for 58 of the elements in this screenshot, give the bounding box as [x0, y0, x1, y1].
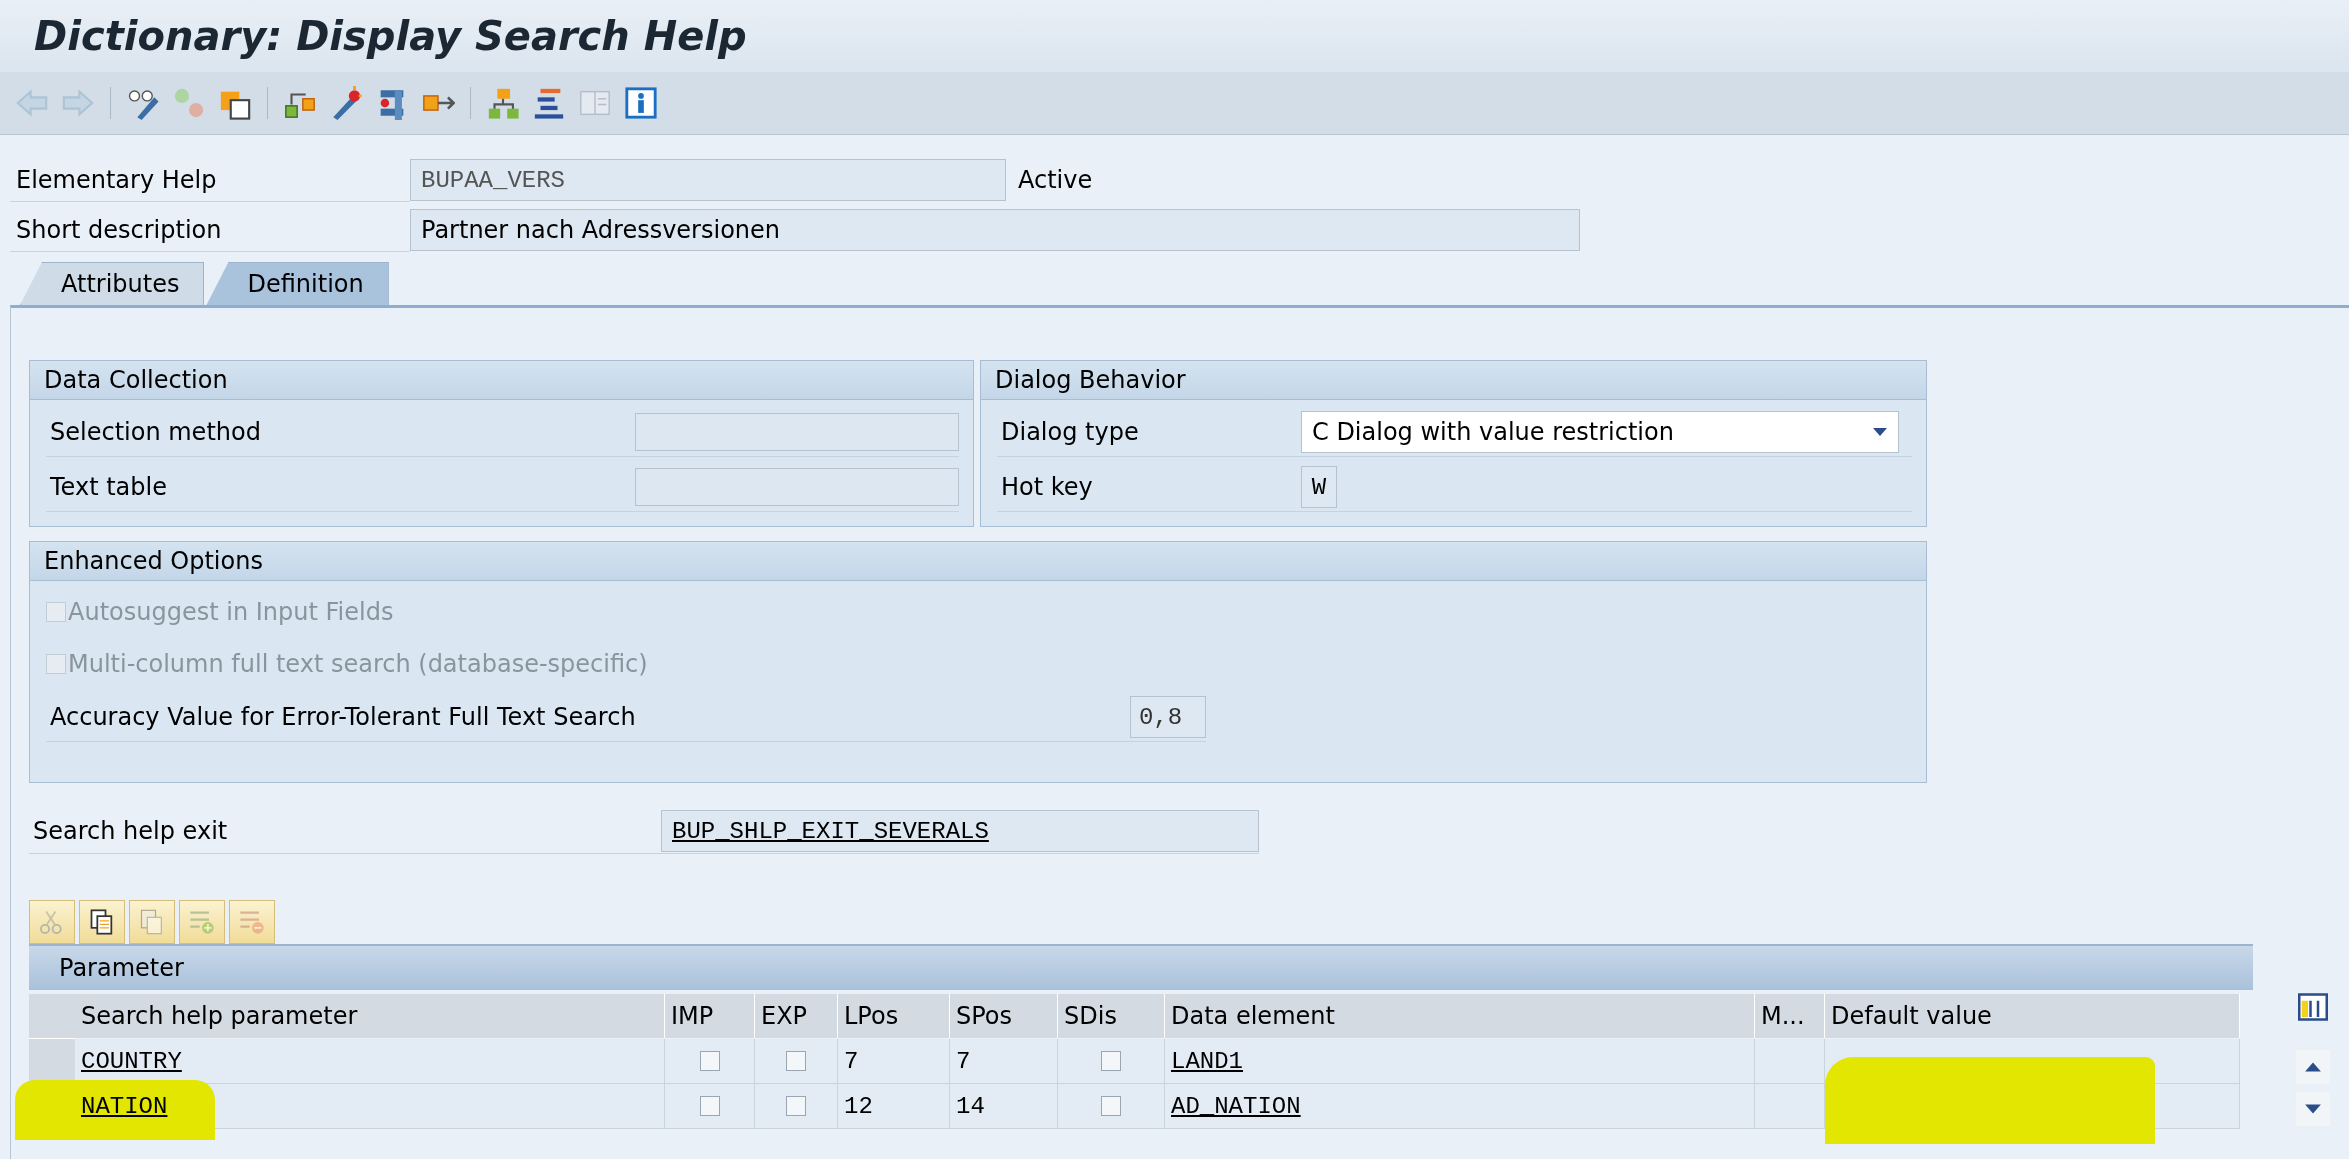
column-header[interactable]: SDis [1058, 994, 1165, 1038]
scroll-down-button[interactable] [2296, 1092, 2330, 1126]
table-title: Parameter [29, 944, 2253, 990]
table-cell: 7 [950, 1039, 1058, 1084]
description-field[interactable]: Partner nach Adressversionen [410, 209, 1580, 251]
info-icon[interactable] [623, 85, 659, 121]
field-label: Hot key [1000, 473, 1094, 501]
field-label: Dialog type [1000, 418, 1140, 446]
field-label: Search help exit [32, 817, 229, 845]
field-label: Selection method [49, 418, 262, 446]
down-arrow-icon [2304, 1103, 2322, 1115]
dropdown[interactable]: C Dialog with value restriction [1301, 411, 1899, 453]
table-cell[interactable]: AD_NATION [1171, 1092, 1301, 1120]
table-cell[interactable]: NATION [81, 1092, 168, 1120]
field-label: Text table [49, 473, 168, 501]
checkbox[interactable] [1101, 1051, 1121, 1071]
column-settings-icon[interactable] [2298, 992, 2328, 1022]
group-title: Data Collection [30, 361, 973, 400]
input-field[interactable]: BUP_SHLP_EXIT_SEVERALS [661, 810, 1259, 852]
checkbox[interactable] [786, 1051, 806, 1071]
input-field[interactable] [635, 468, 959, 506]
tab[interactable]: Definition [206, 262, 389, 305]
code-field[interactable]: BUPAA_VERS [410, 159, 1006, 201]
checkbox-label: Multi-column full text search (database-specific) [68, 650, 648, 678]
group-title: Enhanced Options [30, 542, 1926, 581]
select-all-button[interactable] [29, 994, 75, 1039]
column-header[interactable]: Data element [1165, 994, 1755, 1038]
column-header[interactable]: Search help parameter [75, 994, 665, 1038]
caret-icon [1872, 427, 1888, 437]
column-header[interactable]: SPos [950, 994, 1058, 1038]
status-text: Active [1018, 166, 1093, 194]
column-header[interactable]: M... [1755, 994, 1825, 1038]
checkbox[interactable] [1101, 1096, 1121, 1116]
input-field[interactable] [635, 413, 959, 451]
window-title: Dictionary: Display Search Help [34, 13, 747, 59]
group-title: Dialog Behavior [981, 361, 1926, 400]
table-cell: 7 [838, 1039, 950, 1084]
tab[interactable]: Attributes [20, 262, 205, 305]
column-header[interactable]: LPos [838, 994, 950, 1038]
scroll-up-button[interactable] [2296, 1050, 2330, 1084]
up-arrow-icon [2304, 1061, 2322, 1073]
checkbox[interactable] [699, 1096, 720, 1116]
checkbox-label: Autosuggest in Input Fields [68, 598, 394, 626]
checkbox[interactable] [699, 1051, 720, 1071]
field-label: Short description [10, 208, 410, 252]
column-header[interactable]: Default value [1825, 994, 2240, 1038]
input-field[interactable]: 0,8 [1130, 696, 1206, 738]
field-label: Accuracy Value for Error-Tolerant Full Text Search [49, 703, 637, 731]
column-header[interactable]: EXP [755, 994, 838, 1038]
table-cell[interactable]: LAND1 [1171, 1047, 1243, 1075]
checkbox[interactable] [786, 1096, 806, 1116]
field-label: Elementary Help [10, 158, 410, 202]
copy-button[interactable] [79, 900, 125, 944]
table-cell[interactable]: COUNTRY [81, 1047, 182, 1075]
table-cell: 12 [838, 1084, 950, 1129]
input-field[interactable]: W [1301, 466, 1337, 508]
table-cell: 14 [950, 1084, 1058, 1129]
column-header[interactable]: IMP [665, 994, 755, 1038]
